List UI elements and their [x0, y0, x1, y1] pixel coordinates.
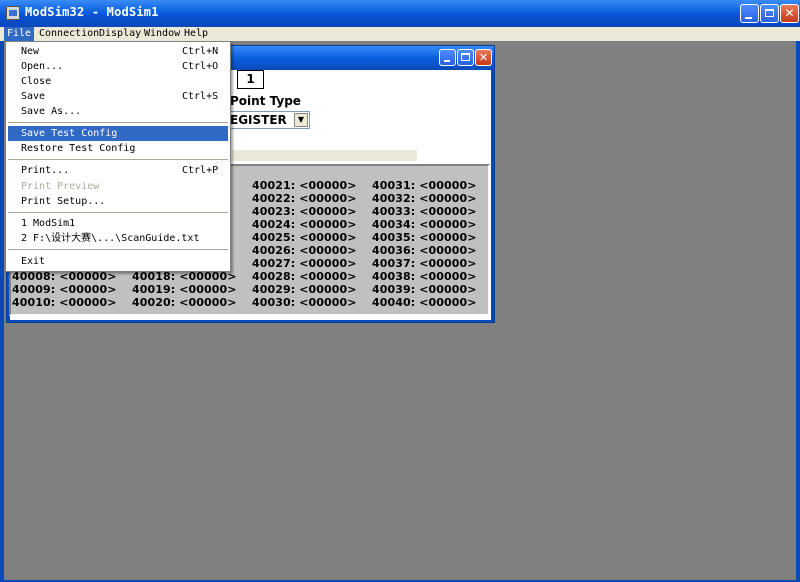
menu-item-shortcut: Ctrl+O	[182, 61, 219, 72]
point-type-value: EGISTER	[230, 113, 287, 127]
menu-separator	[8, 249, 228, 250]
register-value[interactable]: 40022: <00000>	[252, 192, 357, 205]
menu-bar: File Connection Display Window Help	[0, 27, 800, 41]
length-field[interactable]: 1	[237, 70, 264, 89]
maximize-icon	[461, 53, 470, 61]
register-value[interactable]: 40034: <00000>	[372, 218, 477, 231]
register-value[interactable]: 40030: <00000>	[252, 296, 357, 309]
register-value[interactable]: 40020: <00000>	[132, 296, 237, 309]
child-close-button[interactable]: ✕	[475, 49, 492, 66]
minimize-icon	[745, 17, 752, 19]
maximize-button[interactable]	[760, 4, 779, 23]
menu-connection[interactable]: Connection	[36, 27, 102, 41]
menu-item-save-test-config[interactable]: Save Test Config	[8, 126, 228, 141]
register-value[interactable]: 40025: <00000>	[252, 231, 357, 244]
menu-item-shortcut: Ctrl+N	[182, 46, 219, 57]
menu-item-label: New	[21, 46, 40, 57]
close-icon: ✕	[478, 51, 489, 64]
register-value[interactable]: 40021: <00000>	[252, 179, 357, 192]
close-button[interactable]: ✕	[780, 4, 799, 23]
minimize-icon	[444, 60, 450, 62]
register-value[interactable]: 40019: <00000>	[132, 283, 237, 296]
menu-separator	[8, 212, 228, 213]
maximize-icon	[765, 9, 774, 17]
status-strip	[232, 150, 417, 161]
window-frame-left	[0, 41, 4, 582]
menu-item-recent-1[interactable]: 1 ModSim1	[8, 216, 228, 231]
menu-file[interactable]: File	[4, 27, 35, 41]
app-icon[interactable]	[6, 6, 20, 20]
menu-item-shortcut: Ctrl+S	[182, 91, 219, 102]
menu-item-label: Save	[21, 91, 46, 102]
child-minimize-button[interactable]	[439, 49, 456, 66]
menu-item-label: 1 ModSim1	[21, 218, 76, 229]
register-value[interactable]: 40023: <00000>	[252, 205, 357, 218]
menu-window[interactable]: Window	[141, 27, 183, 41]
register-value[interactable]: 40028: <00000>	[252, 270, 357, 283]
menu-display[interactable]: Display	[96, 27, 144, 41]
menu-item-label: Restore Test Config	[21, 143, 136, 154]
app-titlebar: ModSim32 - ModSim1 ✕	[0, 0, 800, 27]
minimize-button[interactable]	[740, 4, 759, 23]
menu-item-save[interactable]: Save Ctrl+S	[8, 89, 228, 104]
menu-item-label: Close	[21, 76, 52, 87]
register-value[interactable]: 40040: <00000>	[372, 296, 477, 309]
register-value[interactable]: 40039: <00000>	[372, 283, 477, 296]
register-value[interactable]: 40036: <00000>	[372, 244, 477, 257]
register-value[interactable]: 40035: <00000>	[372, 231, 477, 244]
menu-help[interactable]: Help	[181, 27, 211, 41]
menu-item-label: Print Preview	[21, 181, 100, 192]
chevron-down-icon[interactable]: ▼	[294, 113, 308, 127]
register-value[interactable]: 40033: <00000>	[372, 205, 477, 218]
register-value[interactable]: 40038: <00000>	[372, 270, 477, 283]
menu-item-open[interactable]: Open... Ctrl+O	[8, 59, 228, 74]
register-value[interactable]: 40029: <00000>	[252, 283, 357, 296]
register-value[interactable]: 40031: <00000>	[372, 179, 477, 192]
register-value[interactable]: 40027: <00000>	[252, 257, 357, 270]
menu-item-print[interactable]: Print... Ctrl+P	[8, 163, 228, 178]
register-value[interactable]: 40032: <00000>	[372, 192, 477, 205]
point-type-label: Point Type	[230, 94, 301, 108]
menu-item-recent-2[interactable]: 2 F:\设计大赛\...\ScanGuide.txt	[8, 231, 228, 246]
menu-item-new[interactable]: New Ctrl+N	[8, 44, 228, 59]
menu-item-label: Exit	[21, 256, 46, 267]
menu-item-close[interactable]: Close	[8, 74, 228, 89]
menu-item-print-preview: Print Preview	[8, 179, 228, 194]
close-icon: ✕	[784, 6, 795, 20]
menu-item-save-as[interactable]: Save As...	[8, 104, 228, 119]
menu-item-label: Open...	[21, 61, 64, 72]
register-value[interactable]: 40024: <00000>	[252, 218, 357, 231]
register-value[interactable]: 40026: <00000>	[252, 244, 357, 257]
app-title: ModSim32 - ModSim1	[25, 5, 159, 19]
register-value[interactable]: 40009: <00000>	[12, 283, 117, 296]
menu-separator	[8, 122, 228, 123]
menu-item-label: Save As...	[21, 106, 82, 117]
file-menu-dropdown: New Ctrl+N Open... Ctrl+O Close Save Ctrl+S…	[5, 41, 231, 272]
menu-item-label: 2 F:\设计大赛\...\ScanGuide.txt	[21, 233, 200, 244]
register-value[interactable]: 40037: <00000>	[372, 257, 477, 270]
menu-item-label: Print...	[21, 165, 70, 176]
window-frame-right	[796, 41, 800, 582]
menu-item-print-setup[interactable]: Print Setup...	[8, 194, 228, 209]
menu-separator	[8, 159, 228, 160]
menu-item-shortcut: Ctrl+P	[182, 165, 219, 176]
menu-item-label: Print Setup...	[21, 196, 106, 207]
menu-item-label: Save Test Config	[21, 128, 118, 139]
menu-item-restore-test-config[interactable]: Restore Test Config	[8, 141, 228, 156]
register-value[interactable]: 40010: <00000>	[12, 296, 117, 309]
menu-item-exit[interactable]: Exit	[8, 254, 228, 269]
child-maximize-button[interactable]	[457, 49, 474, 66]
